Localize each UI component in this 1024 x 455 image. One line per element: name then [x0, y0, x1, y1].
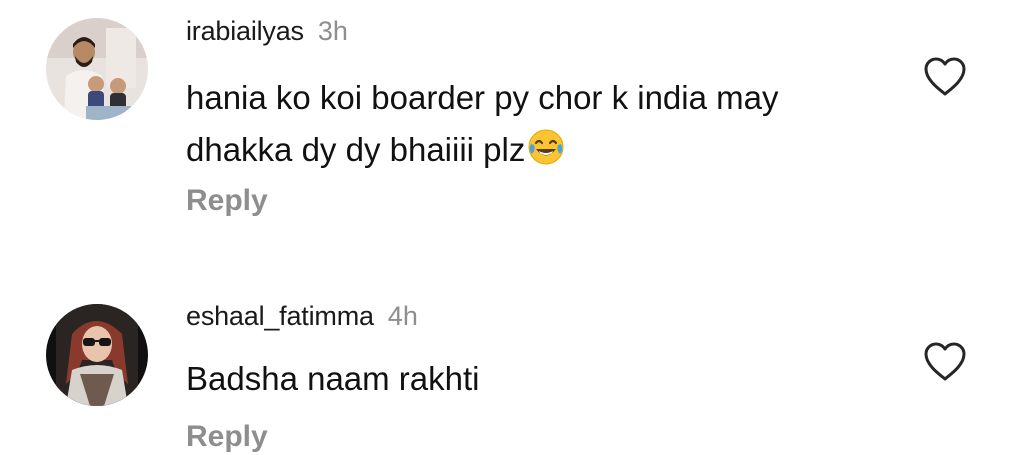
like-button[interactable]	[922, 340, 968, 382]
avatar[interactable]	[46, 304, 148, 406]
comment-text: hania ko koi boarder py chor k india may…	[186, 72, 886, 176]
timestamp: 3h	[317, 16, 348, 46]
comment-text: Badsha naam rakhti	[186, 353, 886, 405]
like-button[interactable]	[922, 55, 968, 97]
comment-header: irabiailyas 3h	[186, 16, 348, 52]
face-with-tears-of-joy-icon	[527, 128, 565, 166]
username[interactable]: irabiailyas	[186, 16, 304, 47]
comment-item: eshaal_fatimma 4h Badsha naam rakhti Rep…	[0, 290, 1024, 455]
avatar-photo	[46, 18, 148, 120]
comment-header: eshaal_fatimma 4h	[186, 301, 418, 337]
avatar[interactable]	[46, 18, 148, 120]
username[interactable]: eshaal_fatimma	[186, 301, 374, 332]
heart-outline-icon	[924, 342, 966, 381]
timestamp: 4h	[387, 301, 418, 331]
comment-item: irabiailyas 3h hania ko koi boarder py c…	[0, 0, 1024, 250]
heart-outline-icon	[924, 57, 966, 96]
reply-button[interactable]: Reply	[186, 420, 268, 454]
comment-body: Badsha naam rakhti	[186, 360, 480, 397]
reply-button[interactable]: Reply	[186, 184, 268, 218]
avatar-photo	[46, 304, 148, 406]
comment-body: hania ko koi boarder py chor k india may…	[186, 79, 779, 168]
